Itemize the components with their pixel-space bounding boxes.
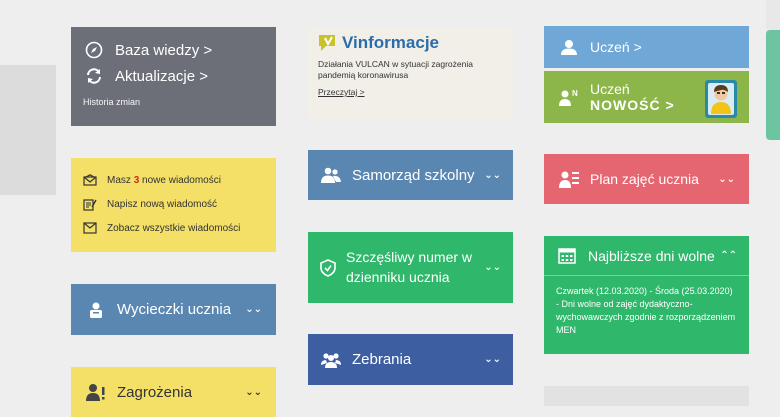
timetable-tile[interactable]: Plan zajęć ucznia ⌄⌄ [544,154,749,204]
vinformacje-brand: Vinformacje [342,33,440,52]
new-messages-link[interactable]: Masz 3 nowe wiadomości [81,168,266,192]
meetings-label: Zebrania [352,351,412,368]
knowledge-base-tile: Baza wiedzy > Aktualizacje > Historia zm… [71,27,276,126]
chevron-up-icon[interactable]: ⌃⌃ [720,250,737,261]
meetings-tile[interactable]: Zebrania ⌄⌄ [308,334,513,385]
student-label: Uczeń > [590,39,642,55]
days-off-header[interactable]: Najbliższe dni wolne ⌃⌃ [544,236,749,276]
vinformacje-tile: Vinformacje Działania VULCAN w sytuacji … [308,27,513,119]
knowledge-base-link[interactable]: Baza wiedzy > [83,37,264,63]
student-tile[interactable]: Uczeń > [544,26,749,68]
envelope-icon [81,174,99,186]
user-new-icon: N [558,88,580,106]
vinformacje-description: Działania VULCAN w sytuacji zagrożenia p… [318,59,473,81]
all-messages-label: Zobacz wszystkie wiadomości [107,222,241,234]
chevron-down-icon[interactable]: ⌄⌄ [484,261,501,275]
read-more-link[interactable]: Przeczytaj > [318,87,365,97]
vinformacje-logo-icon [318,34,338,52]
messages-prefix: Masz [107,174,131,186]
student-new-tile[interactable]: N Uczeń NOWOŚĆ > [544,71,749,123]
svg-text:N: N [572,89,578,98]
threats-tile[interactable]: Zagrożenia ⌄⌄ [71,367,276,417]
days-off-text: Czwartek (12.03.2020) - Środa (25.03.202… [556,286,736,336]
lucky-number-tile[interactable]: Szczęśliwy numer w dzienniku ucznia ⌄⌄ [308,232,513,303]
inbox-icon [81,222,99,234]
lucky-number-label: Szczęśliwy numer w dzienniku ucznia [346,248,473,285]
new-messages-count: 3 [133,174,140,186]
briefcase-icon [85,301,107,319]
write-message-link[interactable]: Napisz nową wiadomość [81,192,266,216]
users-icon [320,352,342,368]
users-icon [320,167,342,183]
days-off-tile: Najbliższe dni wolne ⌃⌃ Czwartek (12.03.… [544,236,749,354]
empty-tile [544,386,749,406]
student-council-label: Samorząd szkolny [352,166,475,184]
chevron-down-icon[interactable]: ⌄⌄ [484,170,501,181]
user-icon [558,39,580,55]
side-accent[interactable] [766,30,780,140]
updates-label: Aktualizacje > [115,67,208,85]
updates-link[interactable]: Aktualizacje > [83,63,264,89]
trips-tile[interactable]: Wycieczki ucznia ⌄⌄ [71,284,276,335]
student-new-label: Uczeń [590,80,630,97]
vinformacje-header: Vinformacje [318,33,503,53]
knowledge-base-label: Baza wiedzy > [115,41,213,59]
change-history-link[interactable]: Historia zmian [83,97,264,107]
all-messages-link[interactable]: Zobacz wszystkie wiadomości [81,216,266,240]
trips-label: Wycieczki ucznia [117,301,232,318]
messages-tile: Masz 3 nowe wiadomości Napisz nową wiado… [71,158,276,252]
refresh-icon [83,67,105,85]
student-council-tile[interactable]: Samorząd szkolny ⌄⌄ [308,150,513,200]
days-off-label: Najbliższe dni wolne [588,247,715,264]
chevron-down-icon[interactable]: ⌄⌄ [245,387,262,398]
chevron-down-icon[interactable]: ⌄⌄ [245,304,262,315]
chevron-down-icon[interactable]: ⌄⌄ [484,354,501,365]
student-avatar [703,74,739,120]
write-message-label: Napisz nową wiadomość [107,198,218,210]
messages-suffix: nowe wiadomości [142,174,221,186]
calendar-icon [556,247,578,264]
new-badge: NOWOŚĆ > [590,97,675,113]
compass-icon [83,41,105,59]
edit-icon [81,198,99,211]
timetable-label: Plan zajęć ucznia [590,171,699,187]
user-list-icon [558,170,580,188]
user-alert-icon [85,383,107,401]
threats-label: Zagrożenia [117,383,193,401]
shield-icon [320,258,336,277]
background-band [0,65,56,195]
chevron-down-icon[interactable]: ⌄⌄ [718,174,735,185]
